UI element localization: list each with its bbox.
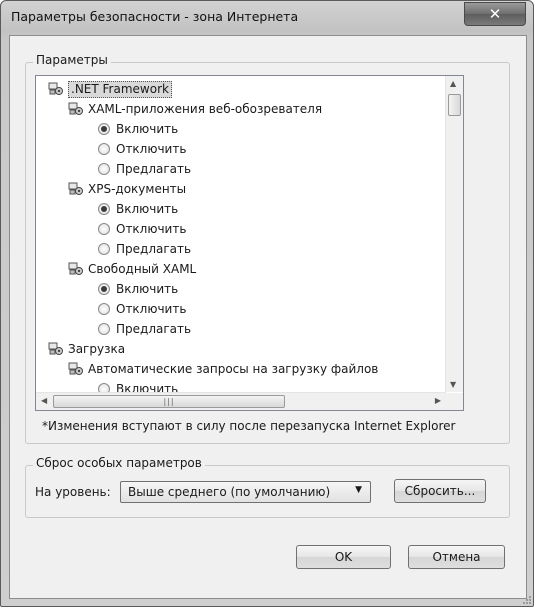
close-button[interactable]: ✕ [464,2,526,26]
tree-item-label: Автоматические запросы на загрузку файло… [88,362,379,376]
tree-item-label: Загрузка [68,342,126,356]
radio-button[interactable] [98,283,110,295]
tree-item-label: Включить [116,282,179,296]
settings-gear-icon [48,342,64,356]
ok-button[interactable]: OK [296,545,391,569]
horizontal-scroll-thumb[interactable]: ||| [53,395,285,408]
tree-item-label: Предлагать [116,242,192,256]
scroll-right-arrow-icon[interactable]: ▶ [435,396,441,405]
settings-group-label: Параметры [33,53,111,67]
reset-group-label: Сброс особых параметров [33,456,205,470]
scrollbar-corner [446,393,463,410]
tree-item-label: Предлагать [116,162,192,176]
radio-button[interactable] [98,203,110,215]
tree-item-label: XAML-приложения веб-обозревателя [88,102,323,116]
resize-grip-icon[interactable] [521,594,531,604]
settings-gear-icon [68,362,84,376]
scroll-left-arrow-icon[interactable]: ◀ [41,396,47,405]
tree-item-label: Включить [116,122,179,136]
restart-note: *Изменения вступают в силу после перезап… [42,419,456,433]
chevron-down-icon: ▼ [355,485,362,495]
radio-button[interactable] [98,323,110,335]
tree-item-label: Отключить [116,222,187,236]
level-label: На уровень: [35,485,111,499]
reset-button[interactable]: Сбросить... [394,479,486,503]
radio-button[interactable] [98,143,110,155]
tree-item-label: .NET Framework [68,81,172,98]
tree-item-label: Отключить [116,302,187,316]
radio-button[interactable] [98,243,110,255]
settings-gear-icon [68,262,84,276]
scroll-down-arrow-icon[interactable]: ▼ [450,380,456,389]
level-select[interactable]: Выше среднего (по умолчанию) ▼ [120,481,371,503]
settings-tree[interactable]: .NET Framework XAML-приложения веб-обозре… [35,75,464,411]
horizontal-scrollbar[interactable]: ◀ ||| ▶ [36,392,446,410]
tree-item-label: Свободный XAML [88,262,197,276]
radio-button[interactable] [98,223,110,235]
settings-gear-icon [48,82,64,96]
close-icon: ✕ [488,5,502,23]
vertical-scroll-thumb[interactable] [448,94,461,116]
tree-item-label: Включить [116,202,179,216]
settings-gear-icon [68,182,84,196]
level-select-value: Выше среднего (по умолчанию) [128,485,331,499]
tree-item-label: XPS-документы [88,182,187,196]
radio-button[interactable] [98,123,110,135]
cancel-button[interactable]: Отмена [408,545,505,569]
radio-button[interactable] [98,163,110,175]
radio-button[interactable] [98,303,110,315]
tree-item-label: Отключить [116,142,187,156]
tree-item-label: Предлагать [116,322,192,336]
scroll-up-arrow-icon[interactable]: ▲ [450,79,456,88]
window-title: Параметры безопасности - зона Интернета [11,9,299,24]
settings-gear-icon [68,102,84,116]
vertical-scrollbar[interactable]: ▲ ▼ [445,76,463,392]
title-bar[interactable]: Параметры безопасности - зона Интернета … [1,1,533,35]
